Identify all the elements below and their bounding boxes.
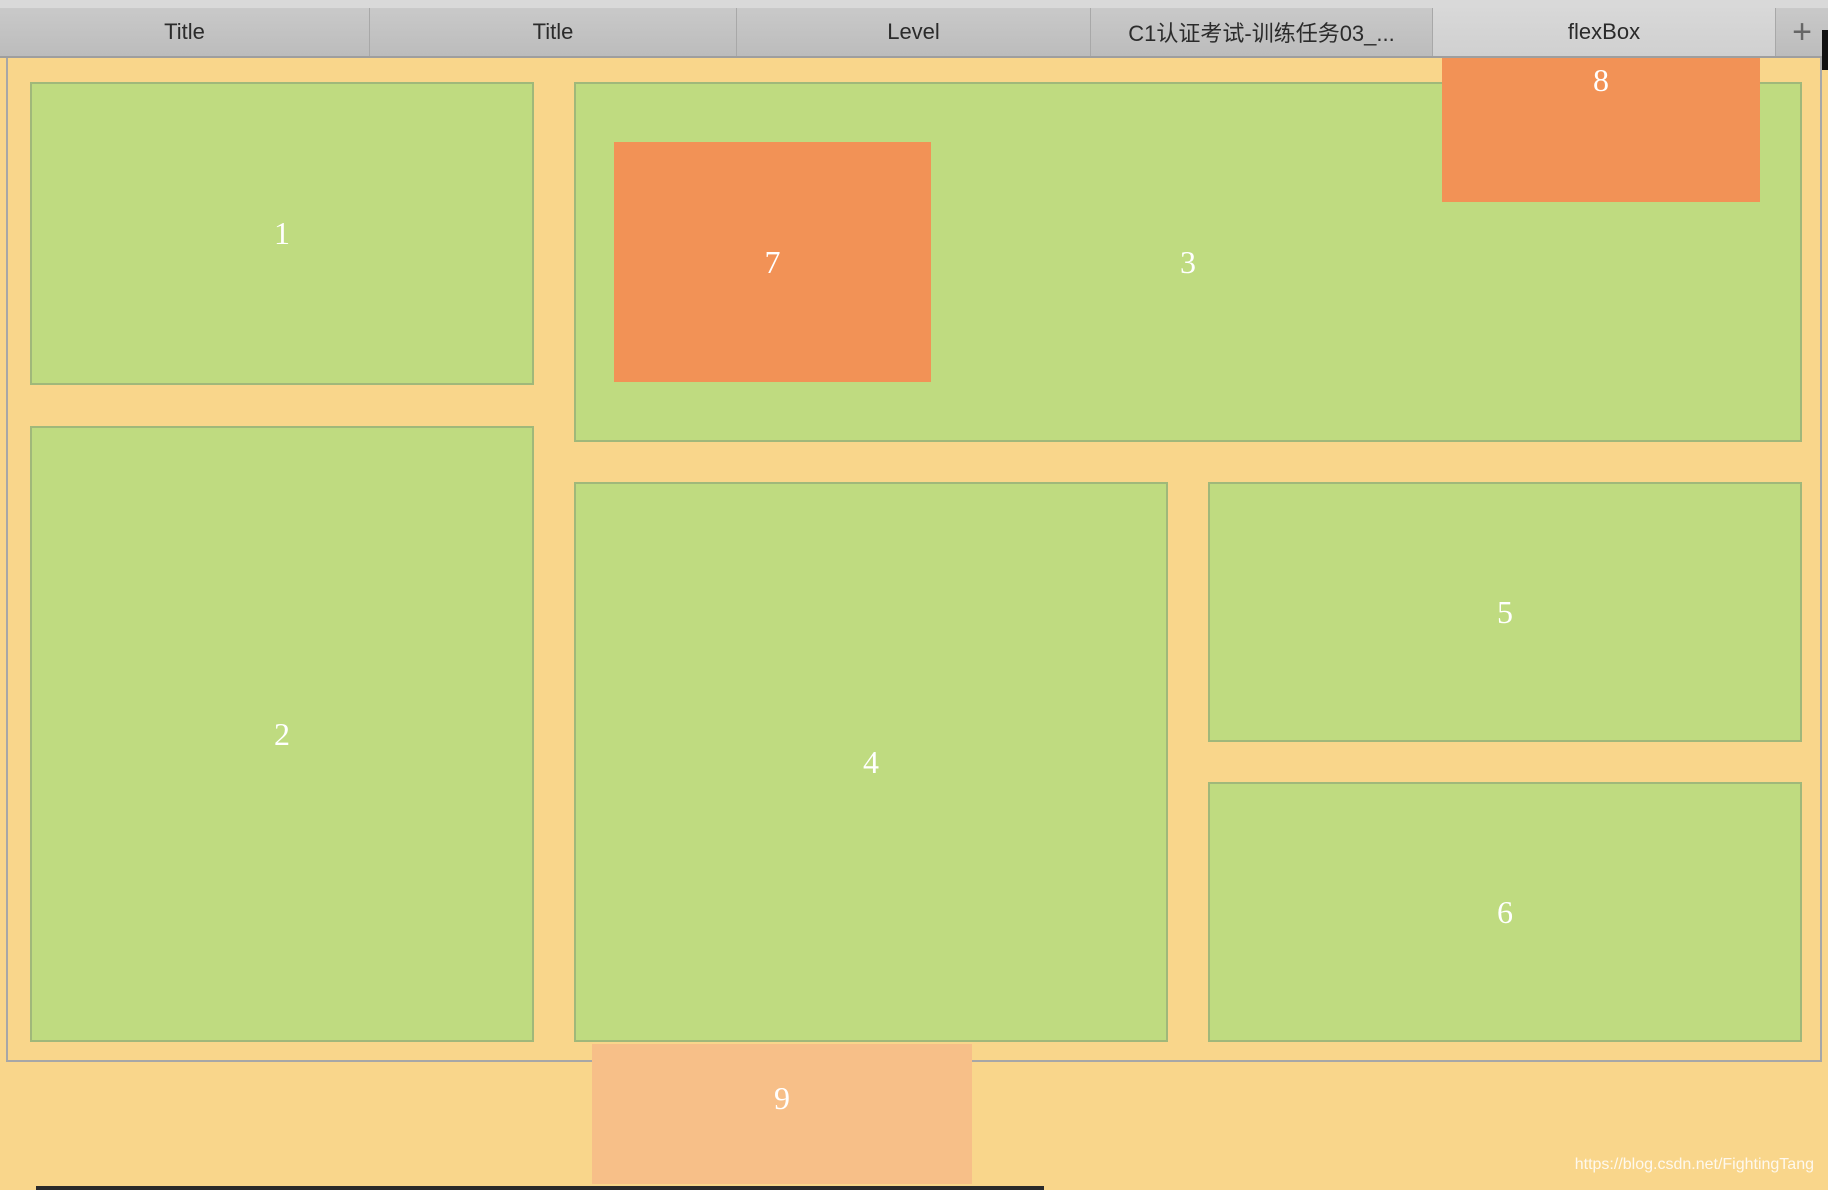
- page-lower-area: 9 https://blog.csdn.net/FightingTang: [4, 1044, 1824, 1186]
- flex-box-9: 9: [592, 1044, 972, 1184]
- tab-c1-exam[interactable]: C1认证考试-训练任务03_...: [1091, 8, 1433, 56]
- tab-title-1[interactable]: Title: [0, 8, 370, 56]
- flex-box-7: 7: [614, 142, 931, 382]
- flex-box-8: 8: [1442, 58, 1760, 202]
- flex-box-5: 5: [1208, 482, 1802, 742]
- browser-window: Title Title Level C1认证考试-训练任务03_... flex…: [0, 0, 1828, 1190]
- tab-level[interactable]: Level: [737, 8, 1091, 56]
- plus-icon[interactable]: +: [1776, 8, 1828, 56]
- flex-box-1: 1: [30, 82, 534, 385]
- window-bottom-strip: [36, 1186, 1044, 1190]
- tab-flexbox[interactable]: flexBox: [1433, 8, 1776, 56]
- window-edge-marker: [1822, 30, 1828, 70]
- watermark-text: https://blog.csdn.net/FightingTang: [1574, 1156, 1814, 1173]
- window-top-strip: [0, 0, 1828, 8]
- tab-bar: Title Title Level C1认证考试-训练任务03_... flex…: [0, 8, 1828, 58]
- flex-box-4: 4: [574, 482, 1168, 1042]
- page-viewport: 1 2 3 7 8 4 5 6: [6, 58, 1822, 1062]
- flex-box-6: 6: [1208, 782, 1802, 1042]
- flex-box-2: 2: [30, 426, 534, 1042]
- tab-title-2[interactable]: Title: [370, 8, 737, 56]
